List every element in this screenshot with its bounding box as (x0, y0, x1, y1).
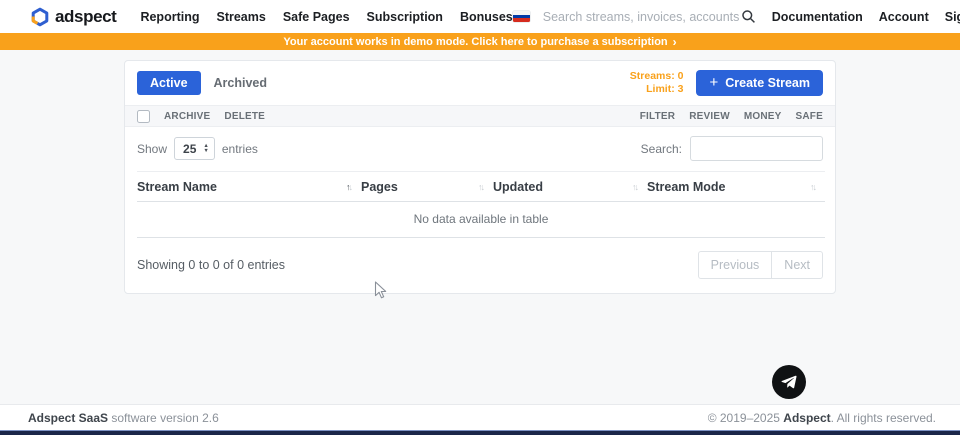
plus-icon: + (709, 78, 718, 88)
pagination: Previous Next (698, 251, 823, 279)
mode-money-label[interactable]: MONEY (744, 111, 782, 122)
table-header-row: Stream Name Pages Upda (137, 172, 825, 202)
column-header-stream-mode[interactable]: Stream Mode (647, 172, 825, 202)
language-flag-icon[interactable] (513, 11, 530, 22)
demo-mode-banner[interactable]: Your account works in demo mode. Click h… (0, 33, 960, 50)
telegram-button[interactable] (772, 365, 806, 399)
sort-icon (810, 182, 815, 192)
tab-archived[interactable]: Archived (201, 71, 281, 95)
column-header-stream-name[interactable]: Stream Name (137, 172, 361, 202)
select-all-checkbox[interactable] (137, 110, 150, 123)
footer-version: Adspect SaaS software version 2.6 (28, 411, 219, 425)
link-sign-out[interactable]: Sign Out (945, 10, 960, 24)
footer-copyright: © 2019–2025 Adspect. All rights reserved… (708, 411, 936, 425)
adspect-app: adspect Reporting Streams Safe Pages Sub… (0, 0, 960, 435)
nav-item-bonuses[interactable]: Bonuses (460, 10, 513, 24)
entries-label: entries (222, 142, 258, 156)
telegram-plane-icon (779, 372, 799, 392)
nav-item-subscription[interactable]: Subscription (367, 10, 443, 24)
bulk-actions-bar: ARCHIVE DELETE FILTER REVIEW MONEY SAFE (125, 105, 835, 127)
sort-icon (478, 182, 483, 192)
demo-banner-text: Your account works in demo mode. Click h… (283, 36, 667, 48)
quota-info: Streams: 0 Limit: 3 (630, 70, 684, 96)
sort-icon (346, 182, 351, 192)
link-documentation[interactable]: Documentation (772, 10, 863, 24)
global-search-input[interactable] (543, 10, 741, 24)
table-search-input[interactable] (690, 136, 823, 161)
window-edge-strip (0, 430, 960, 435)
entries-per-page-select[interactable]: 25 ▲▼ (174, 137, 215, 160)
tab-active[interactable]: Active (137, 71, 201, 95)
nav-item-safe-pages[interactable]: Safe Pages (283, 10, 350, 24)
mode-safe-label[interactable]: SAFE (796, 111, 823, 122)
create-stream-button[interactable]: + Create Stream (696, 70, 823, 96)
create-stream-label: Create Stream (725, 76, 810, 90)
empty-table-message: No data available in table (137, 202, 825, 238)
account-links: Documentation Account Sign Out (772, 10, 960, 24)
adspect-logo-icon (30, 7, 50, 27)
top-navigation-bar: adspect Reporting Streams Safe Pages Sub… (0, 0, 960, 33)
streams-count: Streams: 0 (630, 70, 684, 83)
adspect-logo[interactable]: adspect (30, 7, 116, 27)
empty-table-row: No data available in table (137, 202, 825, 238)
table-search-label: Search: (641, 142, 682, 156)
entries-info: Showing 0 to 0 of 0 entries (137, 258, 285, 272)
mode-filter-label[interactable]: FILTER (640, 111, 675, 122)
select-arrows-icon: ▲▼ (203, 144, 208, 153)
link-account[interactable]: Account (879, 10, 929, 24)
nav-item-reporting[interactable]: Reporting (140, 10, 199, 24)
column-header-updated[interactable]: Updated (493, 172, 647, 202)
streams-table: Stream Name Pages Upda (137, 171, 825, 238)
previous-page-button[interactable]: Previous (698, 251, 773, 279)
table-controls: Show 25 ▲▼ entries Search: (125, 127, 835, 171)
topbar-right: Documentation Account Sign Out (513, 9, 960, 24)
chevron-right-icon: › (673, 35, 677, 49)
streams-limit: Limit: 3 (630, 83, 684, 96)
page-footer: Adspect SaaS software version 2.6 © 2019… (0, 404, 960, 430)
main-nav: Reporting Streams Safe Pages Subscriptio… (140, 10, 512, 24)
streams-card: Active Archived Streams: 0 Limit: 3 + Cr… (124, 60, 836, 294)
table-footer: Showing 0 to 0 of 0 entries Previous Nex… (125, 238, 835, 293)
bulk-action-archive[interactable]: ARCHIVE (164, 111, 210, 122)
bulk-action-delete[interactable]: DELETE (224, 111, 265, 122)
column-header-pages[interactable]: Pages (361, 172, 493, 202)
mode-review-label[interactable]: REVIEW (689, 111, 730, 122)
sort-icon (632, 182, 637, 192)
nav-item-streams[interactable]: Streams (216, 10, 265, 24)
next-page-button[interactable]: Next (771, 251, 823, 279)
show-label: Show (137, 142, 167, 156)
content-area: Active Archived Streams: 0 Limit: 3 + Cr… (0, 50, 960, 404)
search-icon[interactable] (741, 9, 756, 24)
logo-wordmark: adspect (55, 7, 116, 27)
card-header: Active Archived Streams: 0 Limit: 3 + Cr… (125, 61, 835, 105)
